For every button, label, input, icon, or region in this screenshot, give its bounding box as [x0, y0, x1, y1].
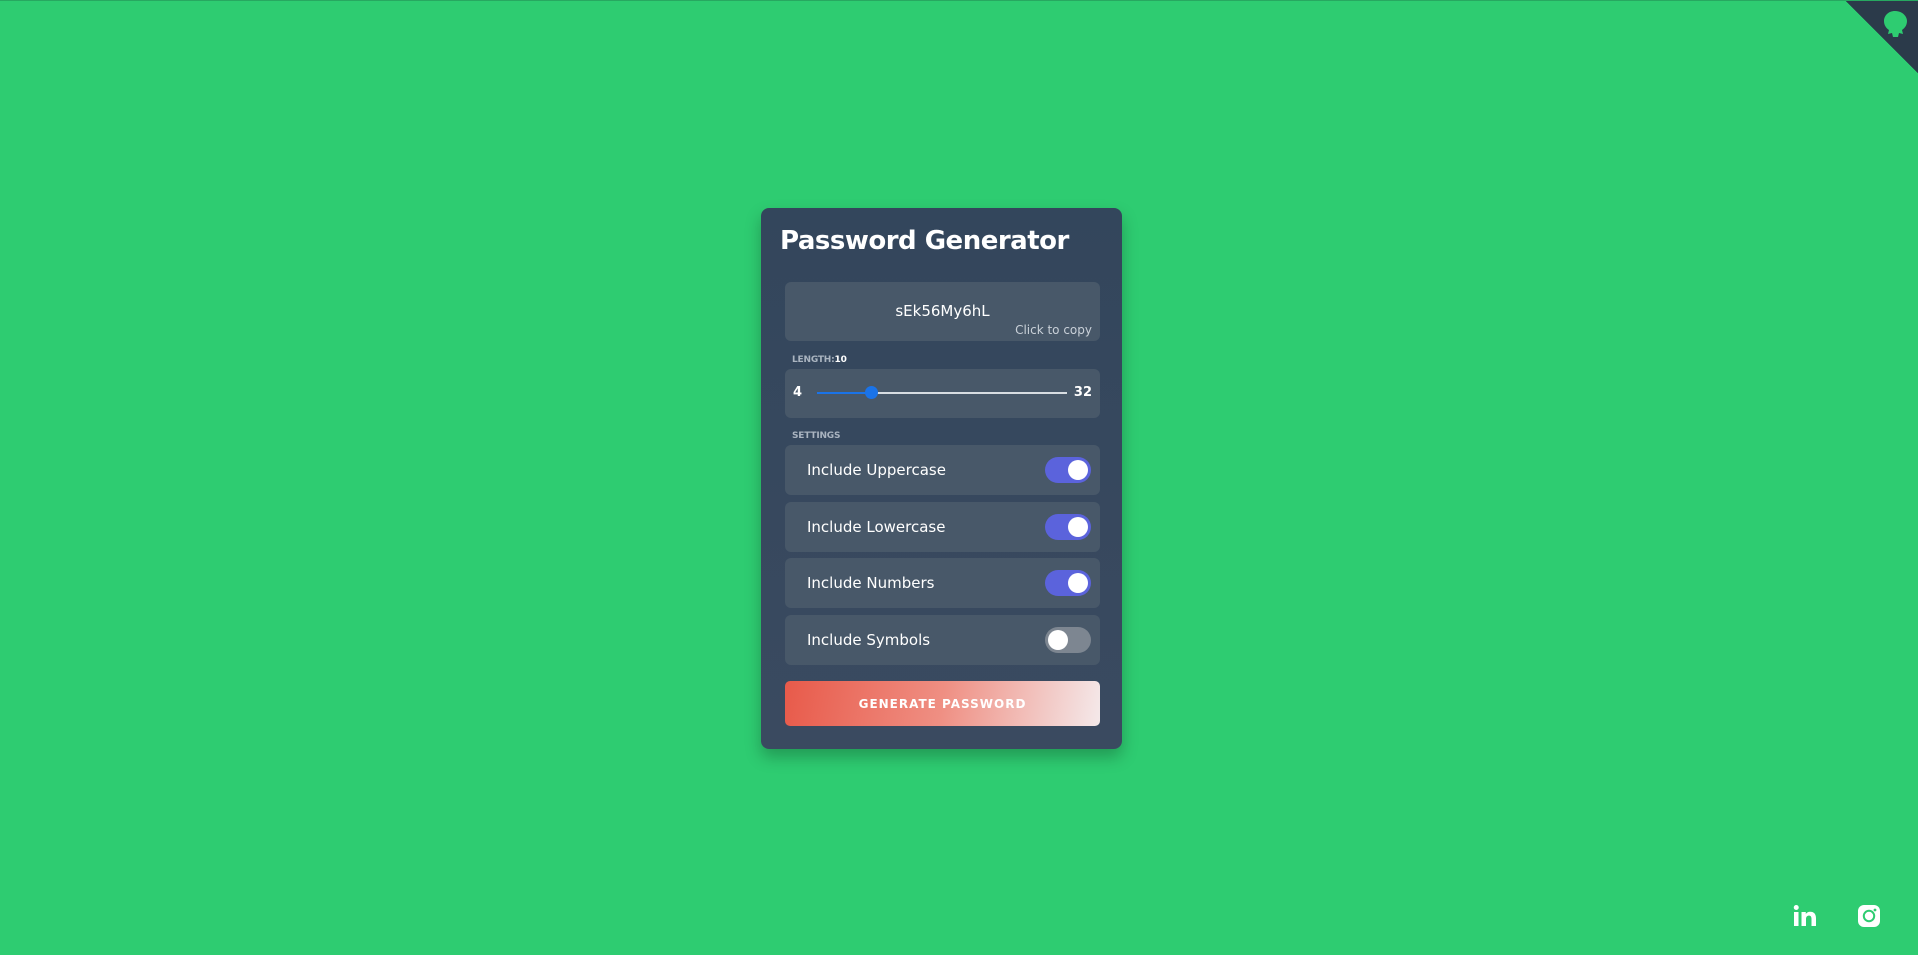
generated-password: sEk56My6hL [895, 302, 990, 320]
instagram-link[interactable] [1857, 904, 1881, 932]
length-slider[interactable] [817, 386, 1067, 399]
setting-label: Include Uppercase [807, 461, 946, 479]
linkedin-icon [1793, 905, 1816, 926]
setting-symbols: Include Symbols [785, 615, 1100, 665]
linkedin-link[interactable] [1793, 904, 1817, 932]
toggle-knob [1068, 517, 1088, 537]
github-octocat-icon [1884, 11, 1907, 37]
length-slider-fill [817, 392, 871, 394]
length-max: 32 [1073, 385, 1092, 400]
length-slider-thumb[interactable] [864, 386, 878, 399]
toggle-knob [1068, 573, 1088, 593]
uppercase-toggle[interactable] [1045, 457, 1091, 483]
toggle-knob [1068, 460, 1088, 480]
length-label-text: LENGTH: [792, 355, 835, 365]
password-generator-card: Password Generator sEk56My6hL Click to c… [761, 208, 1122, 749]
settings-label: SETTINGS [792, 431, 841, 441]
toggle-knob [1048, 630, 1068, 650]
setting-label: Include Lowercase [807, 518, 946, 536]
length-value: 10 [834, 355, 847, 365]
length-label: LENGTH:10 [792, 355, 847, 365]
length-min: 4 [793, 385, 803, 400]
generate-password-button[interactable]: GENERATE PASSWORD [785, 681, 1100, 726]
symbols-toggle[interactable] [1045, 627, 1091, 653]
lowercase-toggle[interactable] [1045, 514, 1091, 540]
instagram-icon [1858, 905, 1880, 927]
github-corner-link[interactable] [1846, 1, 1918, 73]
page-title: Password Generator [780, 226, 1069, 256]
numbers-toggle[interactable] [1045, 570, 1091, 596]
setting-lowercase: Include Lowercase [785, 502, 1100, 552]
setting-label: Include Symbols [807, 631, 931, 649]
password-result-box[interactable]: sEk56My6hL Click to copy [785, 282, 1100, 341]
page: Password Generator sEk56My6hL Click to c… [0, 0, 1918, 955]
setting-numbers: Include Numbers [785, 558, 1100, 608]
setting-label: Include Numbers [807, 574, 935, 592]
copy-hint: Click to copy [1015, 323, 1092, 337]
setting-uppercase: Include Uppercase [785, 445, 1100, 495]
length-slider-row: 4 32 [785, 369, 1100, 418]
